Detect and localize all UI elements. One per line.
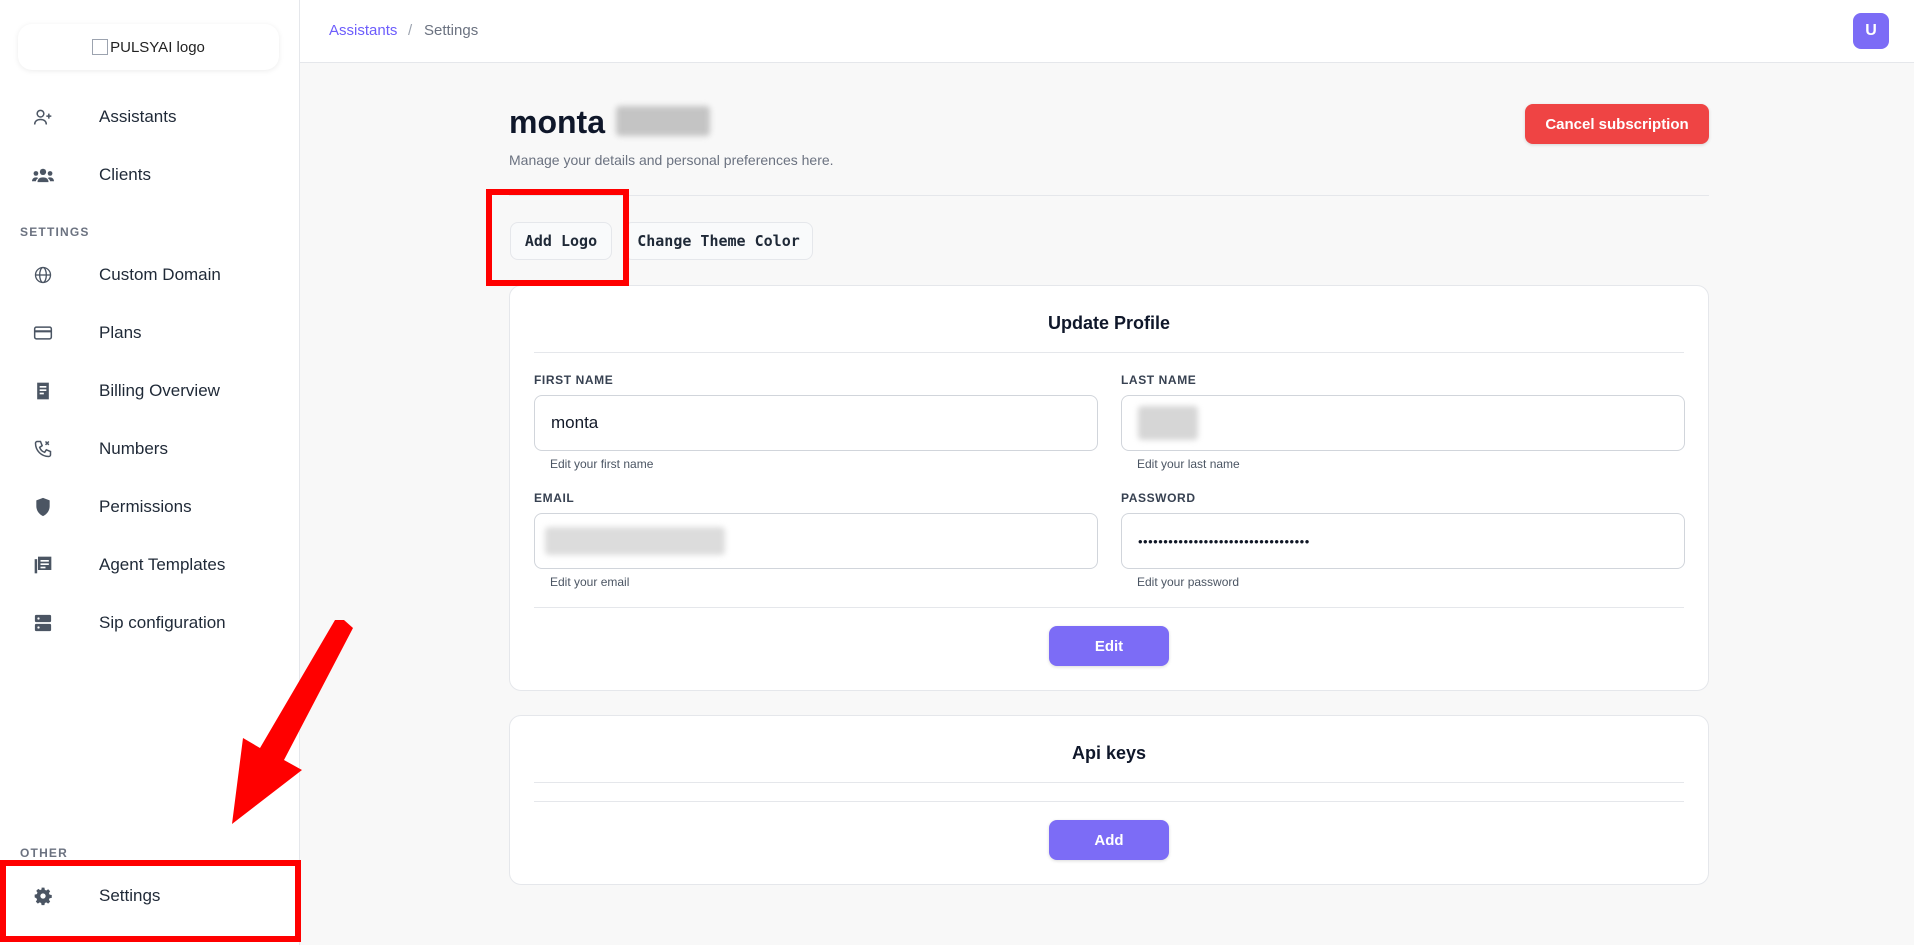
- last-name-label: LAST NAME: [1121, 373, 1197, 387]
- breadcrumb-assistants-link[interactable]: Assistants: [329, 22, 397, 39]
- sidebar-item-label: Agent Templates: [99, 555, 226, 574]
- sidebar-item-sip-configuration[interactable]: Sip configuration: [0, 597, 300, 649]
- divider: [534, 801, 1684, 802]
- user-plus-icon: [32, 106, 54, 128]
- password-label: PASSWORD: [1121, 491, 1196, 505]
- page-title: monta: [509, 104, 710, 141]
- sidebar-item-settings[interactable]: Settings: [0, 870, 300, 922]
- server-icon: [32, 612, 54, 634]
- settings-section-label: SETTINGS: [20, 225, 90, 239]
- sidebar-item-agent-templates[interactable]: Agent Templates: [0, 539, 300, 591]
- divider: [534, 607, 1684, 608]
- avatar[interactable]: U: [1853, 13, 1889, 49]
- first-name-helper: Edit your first name: [550, 457, 654, 471]
- sidebar-item-label: Sip configuration: [99, 613, 226, 632]
- logo-alt-text: PULSYAI logo: [110, 38, 205, 56]
- sidebar-item-assistants[interactable]: Assistants: [0, 91, 300, 143]
- library-icon: [32, 554, 54, 576]
- sidebar-item-label: Settings: [99, 886, 161, 905]
- sidebar-item-plans[interactable]: Plans: [0, 307, 300, 359]
- redacted-email-value: [545, 527, 725, 555]
- edit-profile-button[interactable]: Edit: [1049, 626, 1169, 666]
- first-name-field[interactable]: monta: [534, 395, 1098, 451]
- last-name-field[interactable]: [1121, 395, 1685, 451]
- sidebar-item-label: Permissions: [99, 497, 192, 516]
- redacted-last-name-value: [1138, 406, 1198, 440]
- last-name-helper: Edit your last name: [1137, 457, 1240, 471]
- sidebar-item-permissions[interactable]: Permissions: [0, 481, 300, 533]
- change-theme-color-button[interactable]: Change Theme Color: [624, 222, 813, 260]
- card-title: Api keys: [1071, 743, 1147, 763]
- users-icon: [32, 164, 54, 186]
- breadcrumb-current: Settings: [424, 22, 479, 39]
- cancel-subscription-button[interactable]: Cancel subscription: [1525, 104, 1709, 144]
- breadcrumb-separator: /: [408, 22, 413, 39]
- sidebar-item-custom-domain[interactable]: Custom Domain: [0, 249, 300, 301]
- broken-image-icon: [92, 39, 109, 55]
- phone-icon: [32, 438, 54, 460]
- first-name-label: FIRST NAME: [534, 373, 614, 387]
- credit-card-icon: [32, 322, 54, 344]
- redacted-last-name: [615, 106, 710, 136]
- email-helper: Edit your email: [550, 575, 630, 589]
- sidebar-item-label: Billing Overview: [99, 381, 220, 400]
- globe-icon: [32, 264, 54, 286]
- sidebar-item-label: Numbers: [99, 439, 168, 458]
- logo[interactable]: PULSYAI logo: [18, 24, 279, 70]
- add-api-key-button[interactable]: Add: [1049, 820, 1169, 860]
- first-name-value: monta: [551, 413, 599, 432]
- divider: [534, 352, 1684, 353]
- password-field[interactable]: ••••••••••••••••••••••••••••••••••: [1121, 513, 1685, 569]
- email-label: EMAIL: [534, 491, 575, 505]
- password-value: ••••••••••••••••••••••••••••••••••: [1138, 533, 1310, 549]
- sidebar-item-billing-overview[interactable]: Billing Overview: [0, 365, 300, 417]
- sidebar-item-numbers[interactable]: Numbers: [0, 423, 300, 475]
- divider: [534, 782, 1684, 783]
- divider: [509, 195, 1709, 196]
- password-helper: Edit your password: [1137, 575, 1240, 589]
- sidebar: PULSYAI logo Assistants Clients SETTINGS…: [0, 0, 300, 945]
- other-section-label: OTHER: [20, 846, 68, 860]
- sidebar-item-label: Custom Domain: [99, 265, 221, 284]
- email-field[interactable]: [534, 513, 1098, 569]
- page-subtitle: Manage your details and personal prefere…: [509, 152, 834, 168]
- receipt-icon: [32, 380, 54, 402]
- top-bar: Assistants / Settings U: [300, 0, 1914, 63]
- card-title: Update Profile: [1047, 313, 1171, 333]
- shield-icon: [32, 496, 54, 518]
- gear-icon: [32, 885, 54, 907]
- sidebar-item-label: Assistants: [99, 107, 177, 126]
- update-profile-card: Update Profile FIRST NAME monta Edit you…: [509, 285, 1709, 691]
- sidebar-item-clients[interactable]: Clients: [0, 149, 300, 201]
- user-first-name: monta: [509, 104, 605, 140]
- sidebar-item-label: Clients: [99, 165, 151, 184]
- sidebar-item-label: Plans: [99, 323, 142, 342]
- api-keys-card: Api keys Add: [509, 715, 1709, 885]
- add-logo-button[interactable]: Add Logo: [510, 222, 612, 260]
